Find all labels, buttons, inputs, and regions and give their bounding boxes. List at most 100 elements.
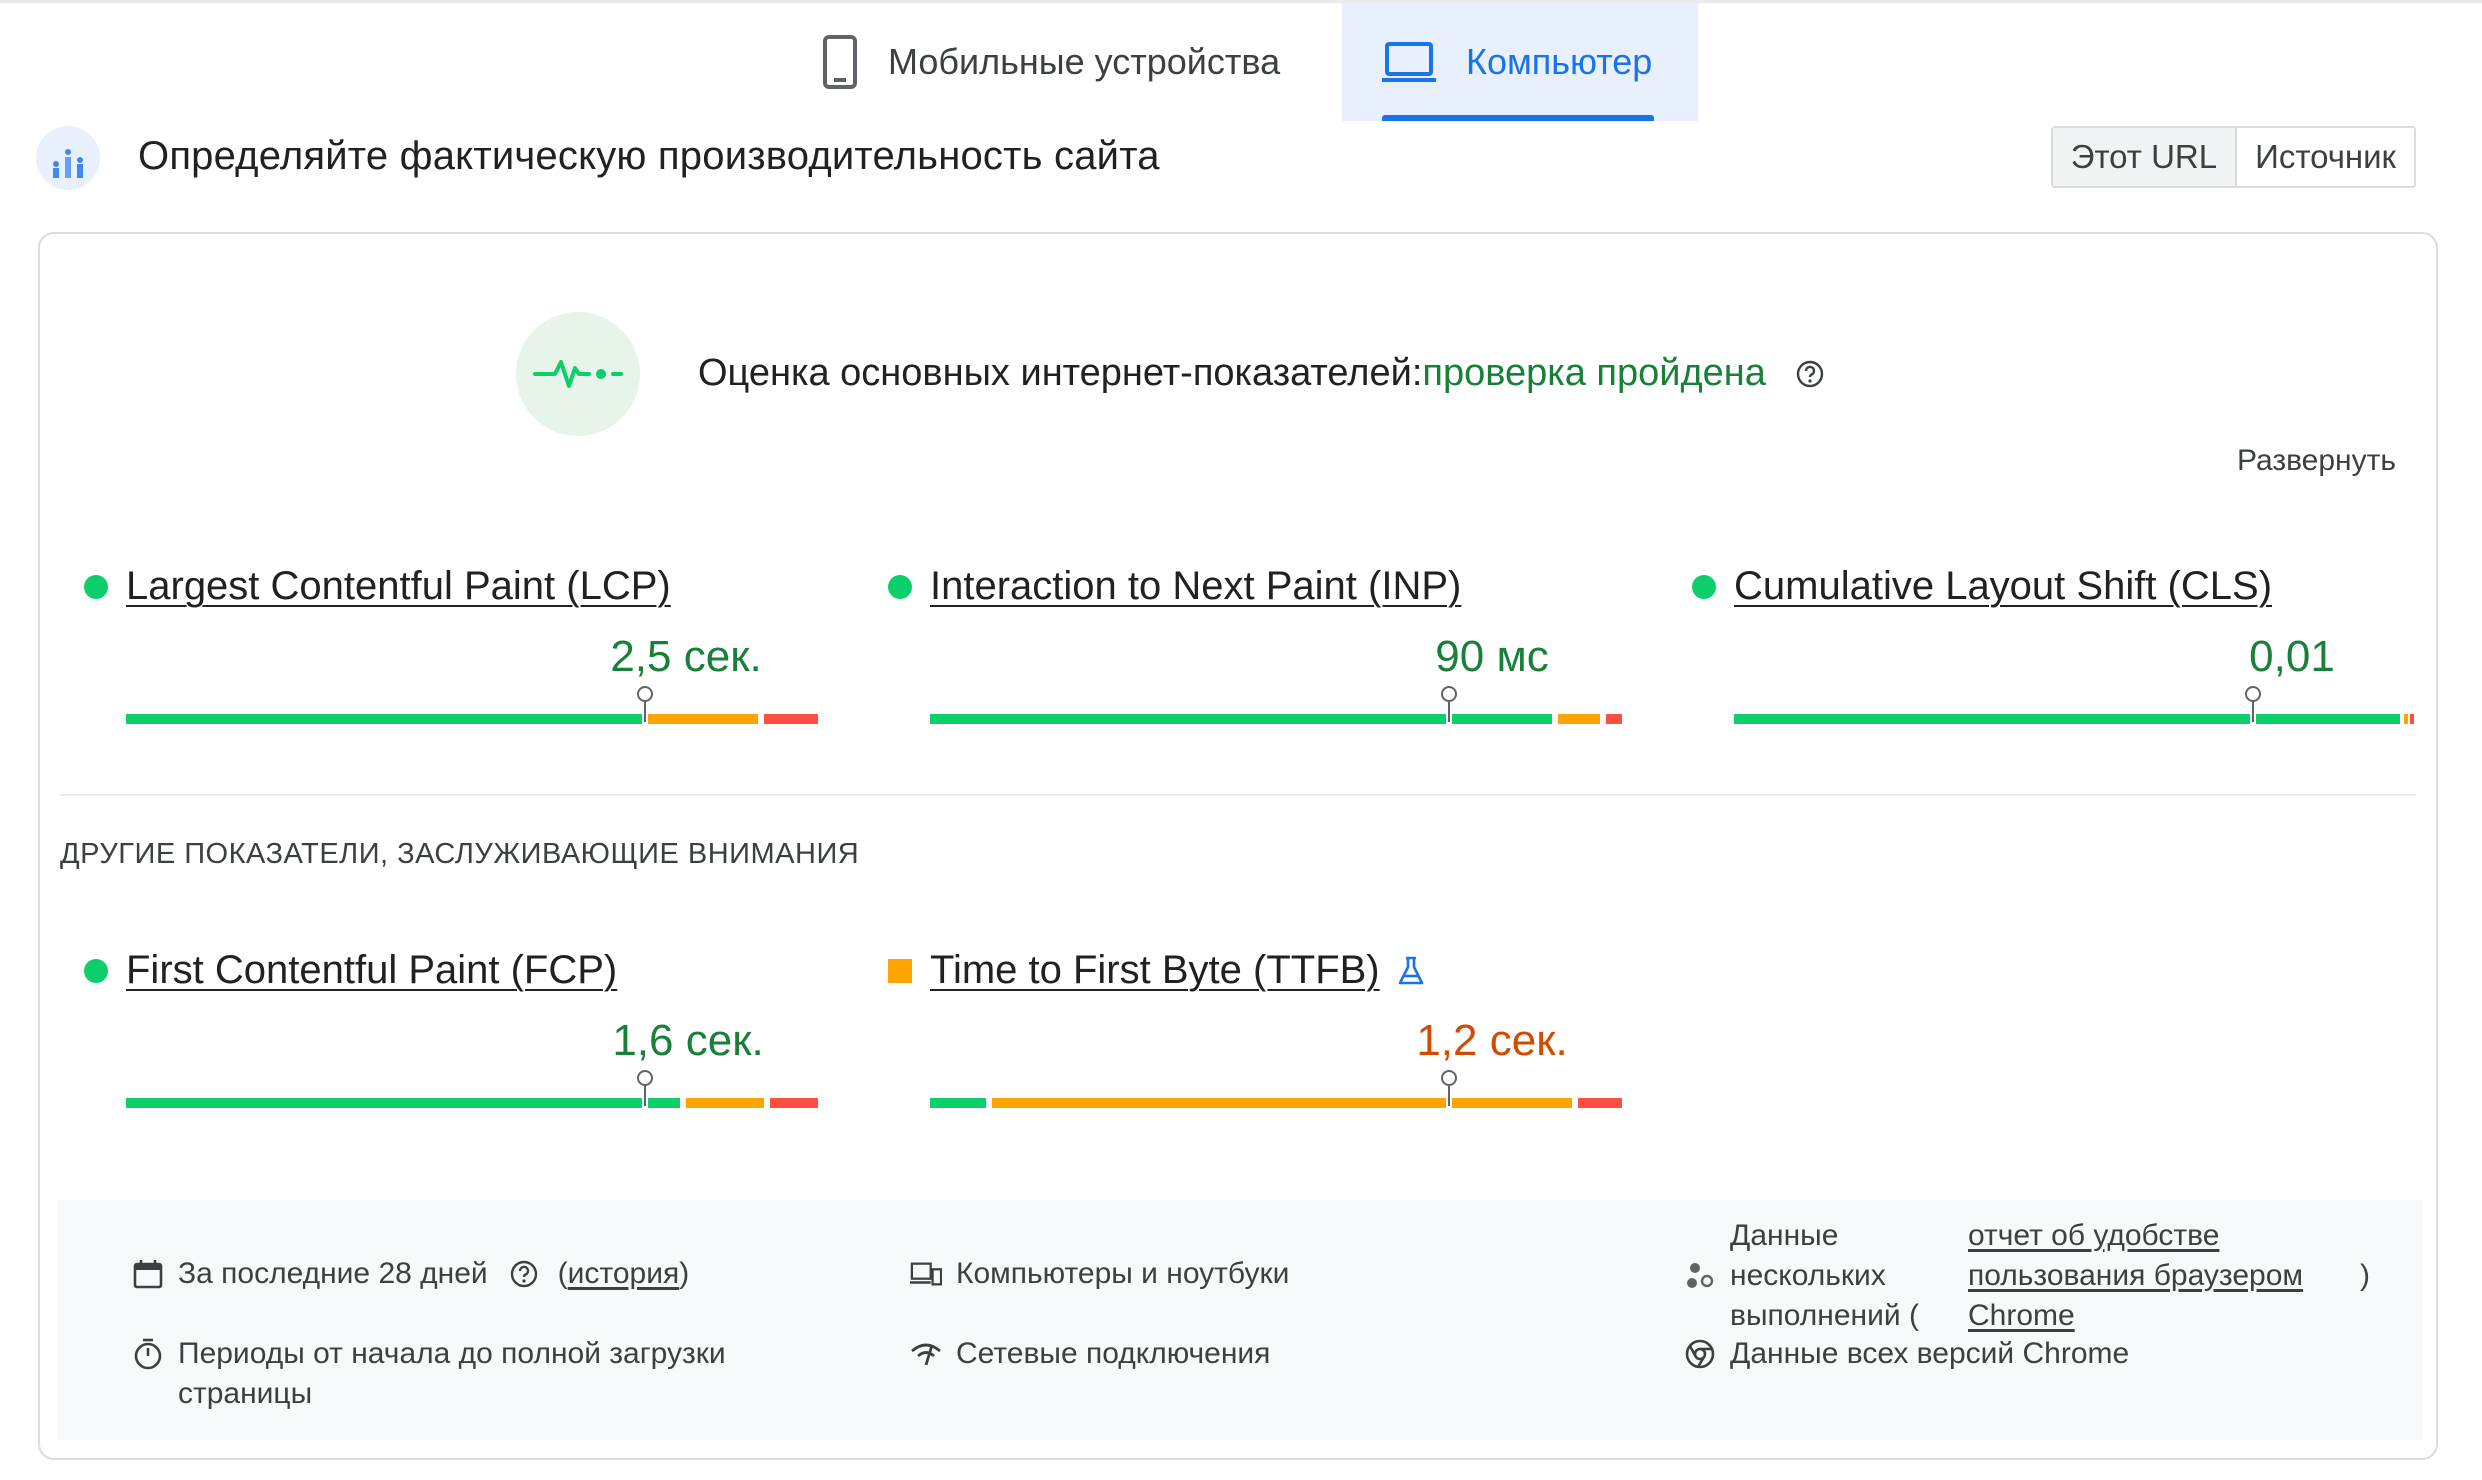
info-period: За последние 28 дней (история) xyxy=(132,1254,689,1294)
help-icon[interactable] xyxy=(508,1254,540,1294)
crux-link[interactable]: отчет об удобстве пользования браузером Ch… xyxy=(1968,1216,2360,1336)
bar-good-segment xyxy=(126,714,642,724)
data-runs-line-3: выполнений ( xyxy=(1730,1299,1919,1332)
tab-mobile-label: Мобильные устройства xyxy=(888,41,1281,82)
metric-fcp-name[interactable]: First Contentful Paint (FCP) xyxy=(126,948,617,993)
metric-fcp: First Contentful Paint (FCP) 1,6 сек. xyxy=(84,948,818,1148)
tab-desktop[interactable]: Компьютер xyxy=(1342,3,1698,121)
metric-inp-head: Interaction to Next Paint (INP) xyxy=(888,564,1461,609)
data-runs-line-2: нескольких xyxy=(1730,1259,1886,1292)
network-icon xyxy=(910,1334,942,1374)
bar-average-segment xyxy=(1558,714,1600,724)
metric-inp-bar xyxy=(930,686,1628,724)
bar-good-segment-2 xyxy=(2256,714,2400,724)
bar-average-segment xyxy=(2404,714,2408,724)
page-title: Определяйте фактическую производительнос… xyxy=(138,134,1160,178)
good-indicator xyxy=(84,958,108,983)
field-data-icon xyxy=(36,126,100,190)
bar-poor-segment xyxy=(1578,1098,1622,1108)
chrome-icon xyxy=(1684,1334,1716,1374)
assessment-status: проверка пройдена xyxy=(1422,352,1766,394)
metric-ttfb-value: 1,2 сек. xyxy=(1416,1016,1568,1065)
metric-ttfb-head: Time to First Byte (TTFB) xyxy=(888,948,1424,993)
cwv-card: Оценка основных интернет-показателей: про… xyxy=(38,232,2438,1460)
bar-good-segment xyxy=(930,1098,986,1108)
metric-lcp-name[interactable]: Largest Contentful Paint (LCP) xyxy=(126,564,671,609)
bar-poor-segment xyxy=(770,1098,818,1108)
bar-marker xyxy=(637,686,653,722)
bar-poor-segment xyxy=(764,714,818,724)
url-origin-toggle: Этот URL Источник xyxy=(2050,126,2416,188)
bar-good-segment-2 xyxy=(1452,714,1552,724)
bar-good-segment xyxy=(1734,714,2250,724)
network-text: Сетевые подключения xyxy=(956,1337,1271,1370)
bar-average-segment xyxy=(686,1098,764,1108)
metric-cls-value: 0,01 xyxy=(2249,632,2335,681)
phone-icon xyxy=(822,34,858,90)
other-metrics-label: ДРУГИЕ ПОКАЗАТЕЛИ, ЗАСЛУЖИВАЮЩИЕ ВНИМАНИ… xyxy=(60,838,860,870)
metric-lcp-head: Largest Contentful Paint (LCP) xyxy=(84,564,671,609)
calendar-icon xyxy=(132,1254,164,1294)
info-network: Сетевые подключения xyxy=(910,1334,1270,1374)
stopwatch-icon xyxy=(132,1334,164,1374)
metric-fcp-bar xyxy=(126,1070,824,1108)
expand-link[interactable]: Развернуть xyxy=(2237,444,2396,478)
bar-marker xyxy=(637,1070,653,1106)
page-load-line-2: страницы xyxy=(178,1377,313,1410)
data-runs-line-1: Данные xyxy=(1730,1219,1839,1252)
metric-cls: Cumulative Layout Shift (CLS) 0,01 xyxy=(1692,564,2414,764)
this-url-button[interactable]: Этот URL xyxy=(2052,128,2238,186)
bar-average-segment xyxy=(648,714,758,724)
crux-link-line-3[interactable]: Chrome xyxy=(1968,1299,2075,1332)
crux-link-line-2[interactable]: пользования браузером xyxy=(1968,1259,2303,1292)
bar-marker xyxy=(1441,1070,1457,1106)
info-chrome-versions: Данные всех версий Chrome xyxy=(1684,1334,2129,1374)
bar-good-segment xyxy=(930,714,1446,724)
experimental-flask-icon xyxy=(1398,956,1424,986)
metric-lcp-bar xyxy=(126,686,824,724)
assessment-label: Оценка основных интернет-показателей: xyxy=(698,352,1423,394)
history-paren-open: ( xyxy=(557,1257,568,1290)
crux-paren-close: ) xyxy=(2360,1259,2370,1292)
average-indicator xyxy=(888,958,912,983)
bar-good-segment xyxy=(126,1098,642,1108)
collection-info: За последние 28 дней (история) Периоды о… xyxy=(58,1200,2422,1440)
origin-button[interactable]: Источник xyxy=(2237,128,2414,186)
metric-cls-bar xyxy=(1734,686,2432,724)
bar-poor-segment xyxy=(1606,714,1622,724)
metric-cls-head: Cumulative Layout Shift (CLS) xyxy=(1692,564,2272,609)
metric-fcp-value: 1,6 сек. xyxy=(612,1016,764,1065)
bar-marker xyxy=(1441,686,1457,722)
bar-average-segment-2 xyxy=(1452,1098,1572,1108)
multiple-runs-icon xyxy=(1684,1216,1716,1336)
history-link[interactable]: история xyxy=(568,1254,680,1294)
page-load-text: Периоды от начала до полной загрузки стра… xyxy=(178,1334,726,1414)
tab-mobile[interactable]: Мобильные устройства xyxy=(776,3,1342,121)
metric-ttfb-bar xyxy=(930,1070,1628,1108)
bar-marker xyxy=(2245,686,2261,722)
laptop-icon xyxy=(1382,41,1436,83)
metric-cls-name[interactable]: Cumulative Layout Shift (CLS) xyxy=(1734,564,2272,609)
info-data-runs: Данные нескольких выполнений ( отчет об уд… xyxy=(1684,1216,2370,1336)
metric-inp-value: 90 мс xyxy=(1435,632,1549,681)
bar-average-segment xyxy=(992,1098,1446,1108)
history-paren-close: ) xyxy=(679,1257,690,1290)
devices-text: Компьютеры и ноутбуки xyxy=(956,1257,1290,1290)
info-devices: Компьютеры и ноутбуки xyxy=(910,1254,1289,1294)
metric-inp: Interaction to Next Paint (INP) 90 мс xyxy=(888,564,1622,764)
metric-ttfb-name[interactable]: Time to First Byte (TTFB) xyxy=(930,948,1380,993)
good-indicator xyxy=(888,574,912,599)
help-icon[interactable] xyxy=(1796,360,1824,388)
tab-desktop-label: Компьютер xyxy=(1466,41,1653,82)
metric-lcp: Largest Contentful Paint (LCP) 2,5 сек. xyxy=(84,564,818,764)
metric-inp-name[interactable]: Interaction to Next Paint (INP) xyxy=(930,564,1461,609)
metric-lcp-value: 2,5 сек. xyxy=(610,632,762,681)
bar-poor-segment xyxy=(2410,714,2414,724)
section-divider xyxy=(60,794,2416,796)
chrome-versions-text: Данные всех версий Chrome xyxy=(1730,1337,2130,1370)
bar-good-segment-2 xyxy=(648,1098,680,1108)
pulse-icon xyxy=(516,312,640,436)
good-indicator xyxy=(1692,574,1716,599)
crux-link-line-1[interactable]: отчет об удобстве xyxy=(1968,1219,2219,1252)
data-runs-text: Данные нескольких выполнений ( xyxy=(1730,1216,1968,1336)
